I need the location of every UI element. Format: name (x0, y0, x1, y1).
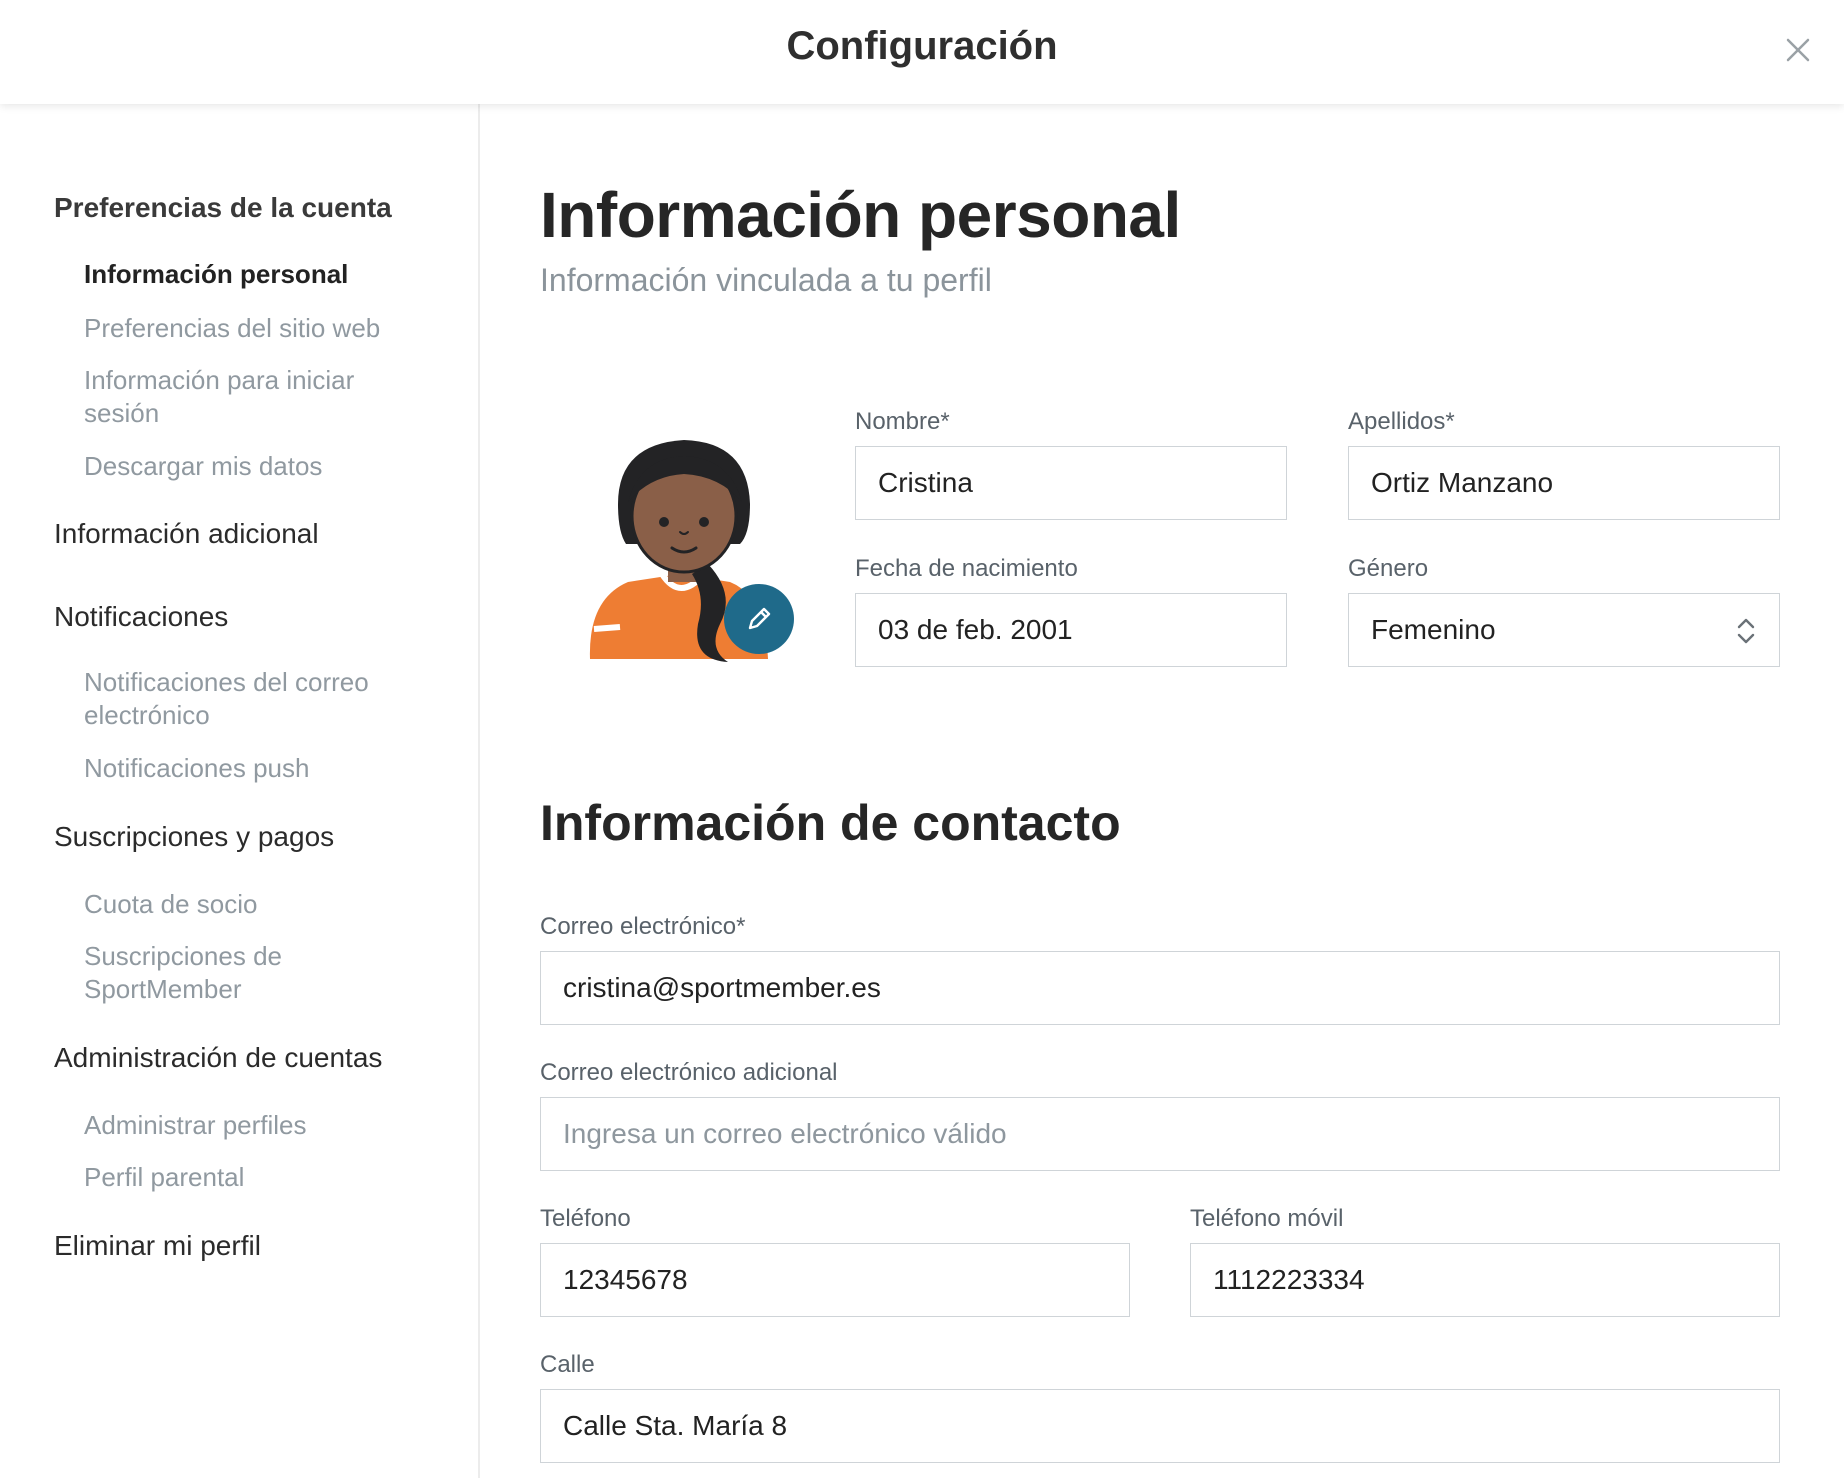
page-header-title: Configuración (786, 24, 1058, 68)
extra-email-label: Correo electrónico adicional (540, 1059, 838, 1086)
close-icon (1786, 38, 1810, 62)
mobile-value: 1112223334 (1213, 1264, 1365, 1295)
sidebar-item-sportmember-subscriptions[interactable]: Suscripciones de SportMember (84, 940, 424, 1006)
sidebar-item-download-data[interactable]: Descargar mis datos (84, 450, 424, 483)
sidebar-item-push-notifications[interactable]: Notificaciones push (84, 752, 424, 785)
birthdate-field[interactable]: 03 de feb. 2001 (855, 593, 1287, 667)
select-updown-icon (1737, 618, 1755, 644)
section-subtitle: Información vinculada a tu perfil (540, 262, 992, 298)
first-name-field[interactable]: Cristina (855, 446, 1287, 520)
sidebar-section-delete-profile[interactable]: Eliminar mi perfil (54, 1230, 454, 1262)
section-title-personal-info: Información personal (540, 179, 1181, 251)
sidebar-item-login-info[interactable]: Información para iniciar sesión (84, 364, 424, 430)
sidebar-item-membership-fee[interactable]: Cuota de socio (84, 888, 424, 921)
close-button[interactable] (1776, 28, 1820, 72)
street-field[interactable]: Calle Sta. María 8 (540, 1389, 1780, 1463)
edit-avatar-button[interactable] (724, 584, 794, 654)
sidebar-item-personal-info[interactable]: Información personal (84, 258, 424, 291)
header-bar: Configuración (0, 0, 1844, 104)
mobile-label: Teléfono móvil (1190, 1205, 1344, 1232)
sidebar-item-website-preferences[interactable]: Preferencias del sitio web (84, 312, 424, 345)
mobile-field[interactable]: 1112223334 (1190, 1243, 1780, 1317)
birthdate-value: 03 de feb. 2001 (878, 614, 1073, 645)
sidebar-item-parental-profile[interactable]: Perfil parental (84, 1161, 424, 1194)
sidebar-item-email-notifications[interactable]: Notificaciones del correo electrónico (84, 666, 424, 732)
main-content: Información personal Información vincula… (480, 104, 1844, 1478)
sidebar-section-subscriptions[interactable]: Suscripciones y pagos (54, 821, 454, 853)
email-value: cristina@sportmember.es (563, 972, 881, 1003)
first-name-label: Nombre* (855, 408, 950, 435)
phone-value: 12345678 (563, 1264, 688, 1295)
first-name-value: Cristina (878, 467, 973, 498)
gender-value: Femenino (1371, 614, 1496, 645)
email-label: Correo electrónico* (540, 913, 746, 940)
section-title-contact: Información de contacto (540, 795, 1121, 851)
birthdate-label: Fecha de nacimiento (855, 555, 1078, 582)
street-value: Calle Sta. María 8 (563, 1410, 788, 1441)
extra-email-field[interactable]: Ingresa un correo electrónico válido (540, 1097, 1780, 1171)
last-name-field[interactable]: Ortiz Manzano (1348, 446, 1780, 520)
sidebar-section-account-admin[interactable]: Administración de cuentas (54, 1042, 454, 1074)
phone-field[interactable]: 12345678 (540, 1243, 1130, 1317)
sidebar-item-manage-profiles[interactable]: Administrar perfiles (84, 1109, 424, 1142)
sidebar-section-account-preferences[interactable]: Preferencias de la cuenta (54, 192, 454, 224)
street-label: Calle (540, 1351, 595, 1378)
avatar[interactable] (580, 424, 800, 664)
gender-label: Género (1348, 555, 1429, 582)
last-name-label: Apellidos* (1348, 408, 1455, 435)
phone-label: Teléfono (540, 1205, 631, 1232)
sidebar-section-notifications[interactable]: Notificaciones (54, 601, 454, 633)
sidebar-section-additional-info[interactable]: Información adicional (54, 518, 454, 550)
last-name-value: Ortiz Manzano (1371, 467, 1554, 498)
email-field[interactable]: cristina@sportmember.es (540, 951, 1780, 1025)
pencil-icon (748, 607, 771, 630)
settings-sidebar: Preferencias de la cuenta Información pe… (0, 104, 480, 1478)
gender-select[interactable]: Femenino (1348, 593, 1780, 667)
extra-email-placeholder: Ingresa un correo electrónico válido (563, 1118, 1007, 1149)
